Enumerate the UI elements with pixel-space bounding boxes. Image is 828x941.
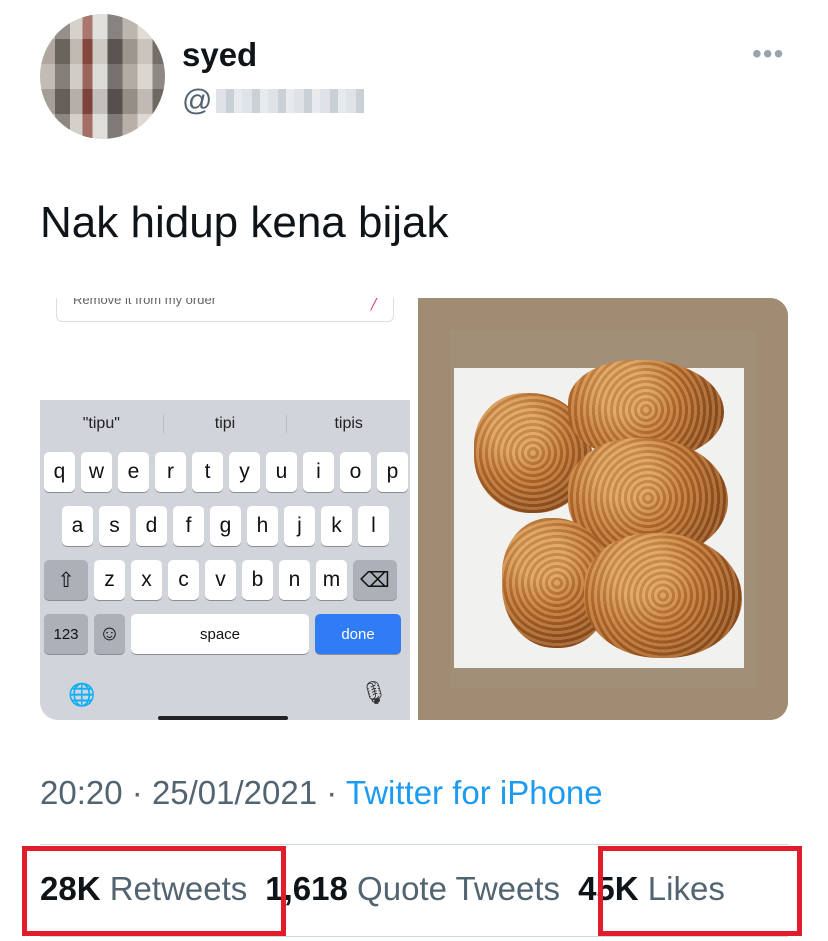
key: q: [44, 452, 75, 492]
done-key: done: [315, 614, 401, 654]
key: g: [210, 506, 241, 546]
suggestion-2: tipi: [164, 415, 288, 433]
key: m: [316, 560, 347, 600]
divider: [40, 844, 788, 845]
microphone-icon: 🎙: [360, 680, 388, 705]
home-indicator: [158, 716, 288, 720]
key: w: [81, 452, 112, 492]
key: y: [229, 452, 260, 492]
key: t: [192, 452, 223, 492]
key: z: [94, 560, 125, 600]
tweet-date: 25/01/2021: [151, 774, 318, 811]
more-options-icon[interactable]: •••: [752, 38, 784, 70]
order-field-text: Remove it from my order: [73, 298, 217, 307]
tweet-meta: 20:20 · 25/01/2021 · Twitter for iPhone: [40, 774, 603, 812]
key: v: [205, 560, 236, 600]
emoji-icon: ☺: [94, 614, 125, 654]
fried-chicken-photo[interactable]: [418, 298, 788, 720]
meta-separator: ·: [131, 774, 143, 811]
meta-separator: ·: [326, 774, 338, 811]
key: i: [303, 452, 334, 492]
chicken-piece: [584, 533, 742, 658]
key: b: [242, 560, 273, 600]
globe-icon: 🌐: [68, 682, 96, 707]
tweet-text: Nak hidup kena bijak: [40, 198, 449, 247]
key-row-3: ⇧ z x c v b n m ⌫: [44, 560, 397, 600]
order-field: Remove it from my order ╱: [56, 298, 394, 322]
author-handle[interactable]: @: [182, 84, 365, 118]
key: n: [279, 560, 310, 600]
key: k: [321, 506, 352, 546]
avatar[interactable]: [40, 14, 165, 139]
key: p: [377, 452, 408, 492]
handle-prefix: @: [182, 84, 213, 117]
suggestion-3: tipis: [334, 415, 363, 432]
edit-pen-icon: ╱: [370, 298, 379, 310]
key-row-2: a s d f g h j k l: [62, 506, 389, 546]
tweet-time: 20:20: [40, 774, 123, 811]
space-key: space: [131, 614, 309, 654]
key: s: [99, 506, 130, 546]
quote-tweets-label: Quote Tweets: [357, 870, 561, 907]
key: o: [340, 452, 371, 492]
shift-icon: ⇧: [44, 560, 88, 600]
key: u: [266, 452, 297, 492]
tweet-media[interactable]: Remove it from my order ╱ "tipu" tipi ti…: [40, 298, 788, 720]
key: e: [118, 452, 149, 492]
tweet-source-link[interactable]: Twitter for iPhone: [346, 774, 603, 811]
author-name[interactable]: syed: [182, 36, 257, 74]
key: x: [131, 560, 162, 600]
numbers-key: 123: [44, 614, 88, 654]
key: j: [284, 506, 315, 546]
key: l: [358, 506, 389, 546]
quote-tweets-stat[interactable]: 1,618 Quote Tweets: [265, 870, 560, 908]
key: a: [62, 506, 93, 546]
divider: [40, 936, 788, 937]
highlight-box-retweets: [22, 846, 286, 936]
handle-redacted: [216, 89, 365, 113]
key: h: [247, 506, 278, 546]
suggestion-bar: "tipu" tipi tipis: [40, 400, 410, 448]
keyboard: "tipu" tipi tipis q w e r t y u i o p a …: [40, 400, 410, 720]
key-row-1: q w e r t y u i o p: [44, 452, 408, 492]
key: c: [168, 560, 199, 600]
highlight-box-likes: [598, 846, 802, 936]
key: f: [173, 506, 204, 546]
keyboard-screenshot-image[interactable]: Remove it from my order ╱ "tipu" tipi ti…: [40, 298, 410, 720]
backspace-icon: ⌫: [353, 560, 397, 600]
key: r: [155, 452, 186, 492]
key: d: [136, 506, 167, 546]
key-row-4: 123 ☺ space done: [44, 614, 401, 654]
suggestion-1: "tipu": [40, 415, 164, 433]
